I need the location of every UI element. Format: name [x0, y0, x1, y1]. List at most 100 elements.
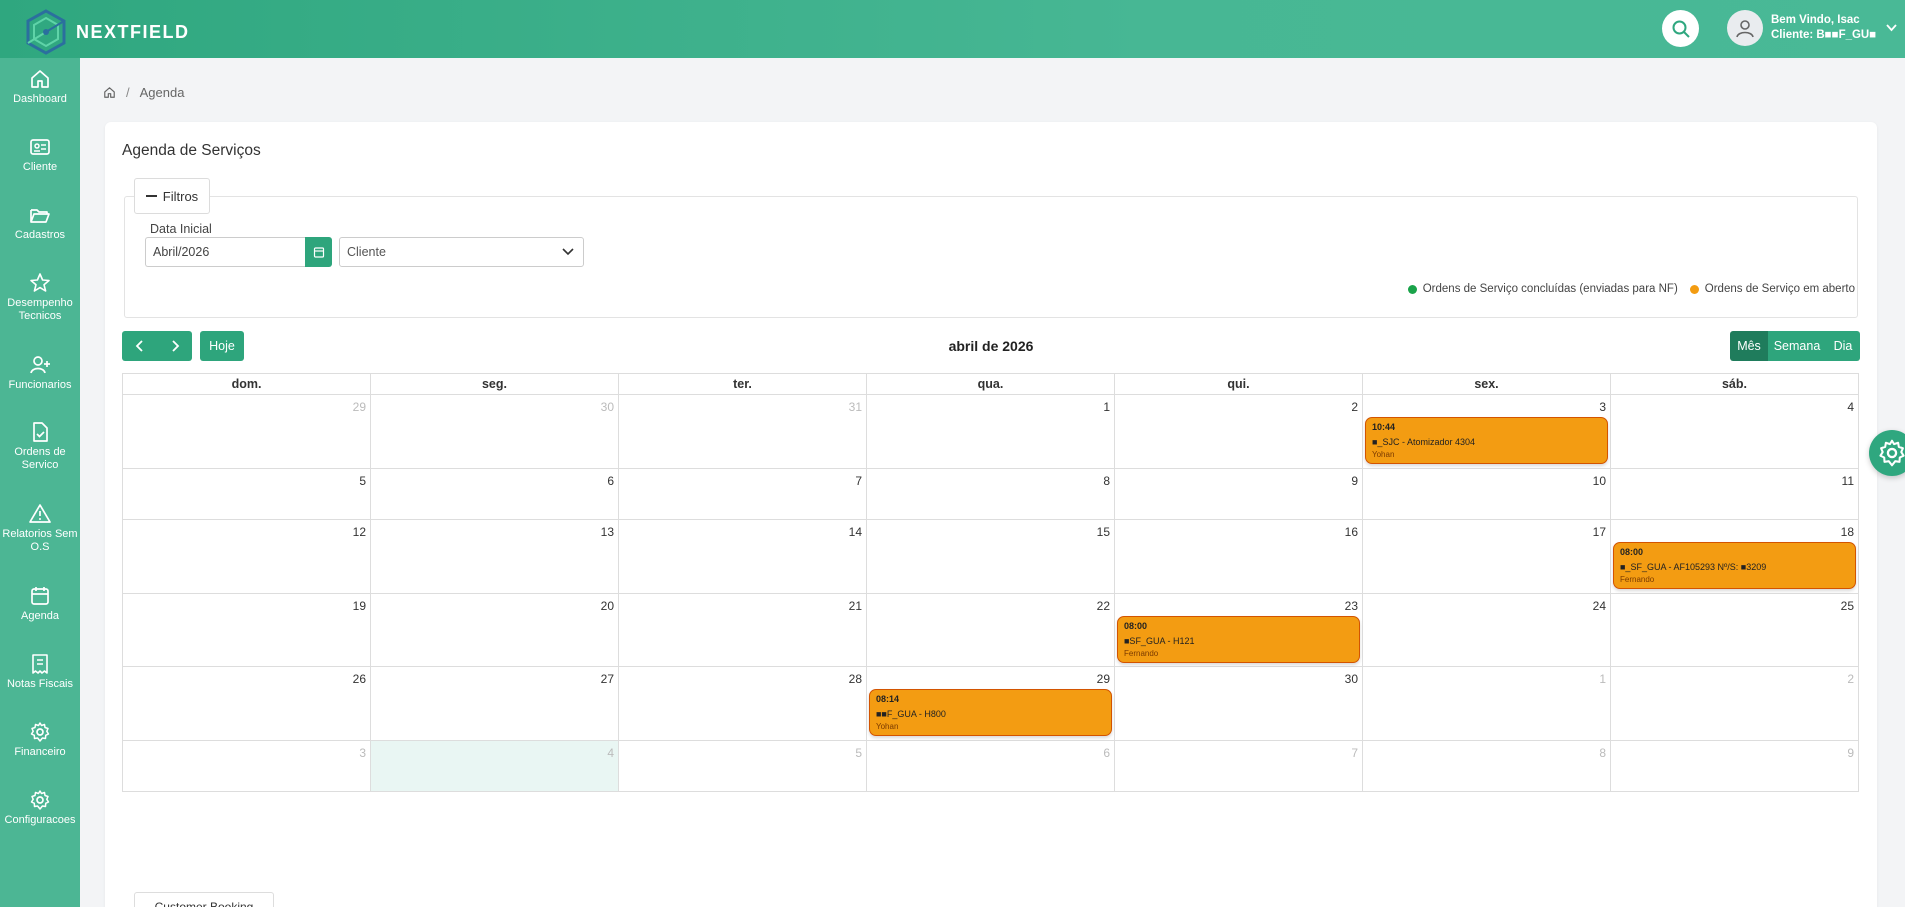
- day-cell[interactable]: 5: [123, 469, 371, 519]
- client-select[interactable]: Cliente: [339, 237, 584, 267]
- search-button[interactable]: [1662, 10, 1699, 47]
- day-cell[interactable]: 26: [123, 667, 371, 740]
- sidebar-item-cliente[interactable]: Cliente: [0, 136, 80, 174]
- day-cell[interactable]: 1: [1363, 667, 1611, 740]
- day-cell[interactable]: 20: [371, 594, 619, 666]
- day-number[interactable]: 1: [1103, 400, 1110, 414]
- day-number[interactable]: 9: [1351, 474, 1358, 488]
- sidebar-item-relatorios[interactable]: Relatorios Sem O.S: [0, 503, 80, 554]
- day-number[interactable]: 2: [1351, 400, 1358, 414]
- day-number[interactable]: 8: [1599, 746, 1606, 760]
- sidebar-item-funcionarios[interactable]: Funcionarios: [0, 354, 80, 392]
- day-number[interactable]: 3: [1599, 400, 1606, 414]
- day-number[interactable]: 25: [1841, 599, 1854, 613]
- view-week-button[interactable]: Semana: [1768, 331, 1826, 361]
- day-number[interactable]: 28: [849, 672, 862, 686]
- sidebar-item-configuracoes[interactable]: Configuracoes: [0, 789, 80, 827]
- day-number[interactable]: 6: [607, 474, 614, 488]
- event-card[interactable]: 08:00 ■SF_GUA - H121 Fernando: [1117, 616, 1360, 663]
- day-cell[interactable]: 3: [123, 741, 371, 791]
- filters-toggle-button[interactable]: Filtros: [134, 178, 210, 214]
- day-number[interactable]: 18: [1841, 525, 1854, 539]
- day-number[interactable]: 5: [855, 746, 862, 760]
- day-cell[interactable]: 29: [123, 395, 371, 468]
- day-number[interactable]: 12: [353, 525, 366, 539]
- day-number[interactable]: 29: [1097, 672, 1110, 686]
- sidebar-item-financeiro[interactable]: Financeiro: [0, 721, 80, 759]
- user-menu[interactable]: Bem Vindo, Isac Cliente: B■■F_GU■: [1727, 10, 1897, 46]
- day-number[interactable]: 23: [1345, 599, 1358, 613]
- day-number[interactable]: 16: [1345, 525, 1358, 539]
- day-cell[interactable]: 4: [1611, 395, 1858, 468]
- day-cell[interactable]: 8: [1363, 741, 1611, 791]
- day-cell[interactable]: 7: [619, 469, 867, 519]
- day-number[interactable]: 5: [359, 474, 366, 488]
- day-number[interactable]: 15: [1097, 525, 1110, 539]
- day-cell[interactable]: 8: [867, 469, 1115, 519]
- date-input[interactable]: Abril/2026: [145, 237, 305, 267]
- day-cell[interactable]: 30: [1115, 667, 1363, 740]
- day-cell[interactable]: 25: [1611, 594, 1858, 666]
- day-cell[interactable]: 2: [1115, 395, 1363, 468]
- day-cell[interactable]: 18 08:00 ■_SF_GUA - AF105293 Nº/S: ■3209 Fe…: [1611, 520, 1858, 593]
- event-card[interactable]: 10:44 ■_SJC - Atomizador 4304 Yohan: [1365, 417, 1608, 464]
- day-number[interactable]: 20: [601, 599, 614, 613]
- day-cell[interactable]: 19: [123, 594, 371, 666]
- day-cell[interactable]: 22: [867, 594, 1115, 666]
- day-number[interactable]: 10: [1593, 474, 1606, 488]
- day-cell[interactable]: 21: [619, 594, 867, 666]
- view-month-button[interactable]: Mês: [1730, 331, 1768, 361]
- day-number[interactable]: 3: [359, 746, 366, 760]
- day-number[interactable]: 17: [1593, 525, 1606, 539]
- day-number[interactable]: 8: [1103, 474, 1110, 488]
- date-picker-button[interactable]: [305, 237, 332, 267]
- day-cell[interactable]: 15: [867, 520, 1115, 593]
- day-number[interactable]: 4: [607, 746, 614, 760]
- day-cell[interactable]: 9: [1115, 469, 1363, 519]
- day-number[interactable]: 7: [1351, 746, 1358, 760]
- view-day-button[interactable]: Dia: [1826, 331, 1860, 361]
- day-cell[interactable]: 10: [1363, 469, 1611, 519]
- day-cell[interactable]: 3 10:44 ■_SJC - Atomizador 4304 Yohan: [1363, 395, 1611, 468]
- event-card[interactable]: 08:00 ■_SF_GUA - AF105293 Nº/S: ■3209 Fern…: [1613, 542, 1856, 589]
- day-number[interactable]: 27: [601, 672, 614, 686]
- day-cell[interactable]: 13: [371, 520, 619, 593]
- day-cell[interactable]: 14: [619, 520, 867, 593]
- day-cell[interactable]: 6: [867, 741, 1115, 791]
- sidebar-item-desempenho[interactable]: Desempenho Tecnicos: [0, 272, 80, 323]
- sidebar-item-ordens[interactable]: Ordens de Servico: [0, 421, 80, 472]
- day-cell[interactable]: 5: [619, 741, 867, 791]
- day-cell[interactable]: 2: [1611, 667, 1858, 740]
- day-number[interactable]: 19: [353, 599, 366, 613]
- day-number[interactable]: 13: [601, 525, 614, 539]
- day-cell[interactable]: 1: [867, 395, 1115, 468]
- day-cell[interactable]: 30: [371, 395, 619, 468]
- day-cell[interactable]: 12: [123, 520, 371, 593]
- brand[interactable]: NEXTFIELD: [20, 8, 190, 56]
- day-cell[interactable]: 16: [1115, 520, 1363, 593]
- day-cell[interactable]: 4: [371, 741, 619, 791]
- home-icon[interactable]: [103, 86, 116, 99]
- day-number[interactable]: 7: [855, 474, 862, 488]
- day-number[interactable]: 29: [353, 400, 366, 414]
- day-number[interactable]: 26: [353, 672, 366, 686]
- day-number[interactable]: 9: [1847, 746, 1854, 760]
- sidebar-item-cadastros[interactable]: Cadastros: [0, 204, 80, 242]
- day-cell[interactable]: 29 08:14 ■■F_GUA - H800 Yohan: [867, 667, 1115, 740]
- day-number[interactable]: 30: [601, 400, 614, 414]
- day-number[interactable]: 30: [1345, 672, 1358, 686]
- sidebar-item-agenda[interactable]: Agenda: [0, 585, 80, 623]
- day-number[interactable]: 21: [849, 599, 862, 613]
- day-number[interactable]: 6: [1103, 746, 1110, 760]
- customer-booking-button[interactable]: Customer Booking: [134, 892, 274, 907]
- day-cell[interactable]: 23 08:00 ■SF_GUA - H121 Fernando: [1115, 594, 1363, 666]
- sidebar-item-dashboard[interactable]: Dashboard: [0, 68, 80, 106]
- day-cell[interactable]: 17: [1363, 520, 1611, 593]
- day-number[interactable]: 1: [1599, 672, 1606, 686]
- day-cell[interactable]: 28: [619, 667, 867, 740]
- event-card[interactable]: 08:14 ■■F_GUA - H800 Yohan: [869, 689, 1112, 736]
- day-cell[interactable]: 27: [371, 667, 619, 740]
- day-number[interactable]: 22: [1097, 599, 1110, 613]
- day-cell[interactable]: 9: [1611, 741, 1858, 791]
- day-number[interactable]: 31: [849, 400, 862, 414]
